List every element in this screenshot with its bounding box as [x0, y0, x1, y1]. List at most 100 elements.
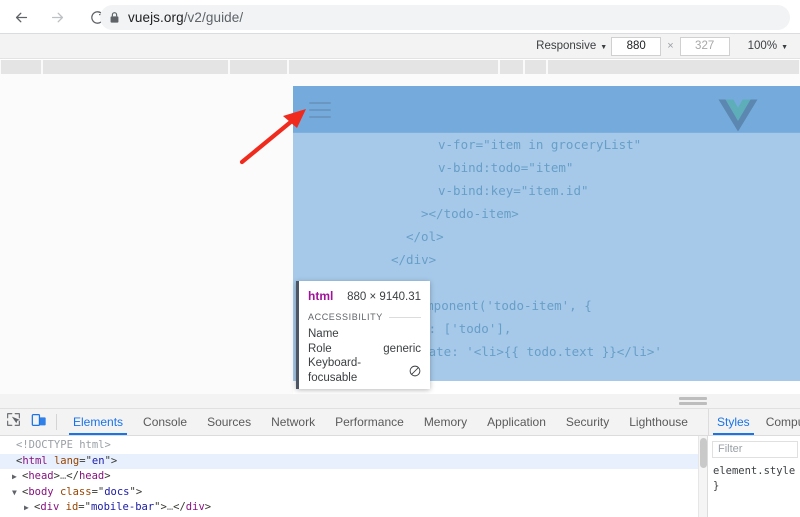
- expand-triangle-icon[interactable]: ▶: [12, 469, 22, 485]
- dom-tree-scrollbar[interactable]: [698, 436, 707, 517]
- ruler-segment: [548, 60, 799, 74]
- dom-row-body[interactable]: ▼ <body class="docs">: [0, 485, 698, 501]
- section-divider: [388, 316, 421, 318]
- styles-filter-input[interactable]: Filter: [712, 441, 798, 458]
- code-line: v-bind:key="item.id": [438, 183, 589, 198]
- attr-name: id: [65, 501, 79, 513]
- inspect-element-button[interactable]: [0, 409, 26, 435]
- tooltip-row-name: Name: [308, 327, 421, 342]
- tab-sources[interactable]: Sources: [197, 409, 261, 435]
- attr-name: lang: [53, 454, 80, 467]
- accessibility-label: ACCESSIBILITY: [308, 312, 383, 322]
- tab-console[interactable]: Console: [133, 409, 197, 435]
- element-style-rule[interactable]: element.style {}: [713, 464, 800, 494]
- attr-value: en: [91, 454, 105, 467]
- scrollbar-thumb[interactable]: [700, 438, 707, 468]
- tooltip-dimensions: 880 × 9140.31: [347, 291, 421, 303]
- device-toolbar-toggle[interactable]: [26, 409, 52, 435]
- ruler-segment: [500, 60, 523, 74]
- rule-selector: element.style {: [713, 465, 800, 477]
- inspect-element-icon: [6, 412, 21, 432]
- mobile-bar[interactable]: [293, 86, 800, 133]
- element-info-tooltip: html 880 × 9140.31 ACCESSIBILITY Name Ro…: [296, 281, 430, 389]
- styles-tabbar: Styles Comput: [708, 409, 800, 436]
- code-line: </ol>: [406, 229, 444, 244]
- code-line: ></todo-item>: [421, 206, 519, 221]
- dom-row-head[interactable]: ▶ <head>…</head>: [0, 469, 698, 485]
- browser-toolbar: vuejs.org/v2/guide/: [0, 0, 800, 34]
- tooltip-row-keyboard-focusable: Keyboard-focusable: [308, 356, 421, 385]
- not-allowed-icon: [409, 365, 421, 377]
- tab-computed[interactable]: Comput: [758, 409, 800, 435]
- tab-performance[interactable]: Performance: [325, 409, 414, 435]
- tab-memory[interactable]: Memory: [414, 409, 477, 435]
- code-line: v-for="item in groceryList": [438, 137, 642, 152]
- attr-value: docs: [104, 485, 130, 498]
- tag-name: html: [22, 454, 48, 467]
- tab-styles[interactable]: Styles: [709, 409, 758, 435]
- address-bar[interactable]: vuejs.org/v2/guide/: [100, 5, 790, 30]
- attr-value: mobile-bar: [90, 501, 155, 513]
- device-emulation-toolbar: Responsive ▼ × 100% ▼: [0, 34, 800, 59]
- dom-tree[interactable]: <!DOCTYPE html> <html lang="en"> ▶ <head>…: [0, 436, 698, 517]
- chevron-down-icon: ▼: [781, 43, 788, 51]
- viewport-height-input[interactable]: [679, 36, 730, 56]
- code-line: v-bind:todo="item": [438, 160, 574, 175]
- ruler-segment: [525, 60, 546, 74]
- ruler-segment: [1, 60, 41, 74]
- devtools-resizer[interactable]: [0, 394, 800, 409]
- zoom-level-select[interactable]: 100% ▼: [744, 37, 792, 56]
- tab-application[interactable]: Application: [477, 409, 556, 435]
- back-button[interactable]: [6, 2, 36, 32]
- ruler-segment: [289, 60, 498, 74]
- attr-name: class: [59, 485, 92, 498]
- device-preset-select[interactable]: Responsive ▼: [532, 37, 611, 56]
- arrow-right-icon: [49, 9, 66, 26]
- prop-label: Role: [308, 342, 332, 355]
- dimension-separator: ×: [667, 40, 674, 52]
- forward-button[interactable]: [42, 2, 72, 32]
- tag-name: div: [40, 501, 60, 513]
- tag-name: body: [28, 485, 54, 498]
- red-pointer-arrow: [239, 109, 306, 165]
- tab-lighthouse[interactable]: Lighthouse: [619, 409, 698, 435]
- device-preset-label: Responsive: [536, 40, 597, 52]
- dom-row-mobile-bar[interactable]: ▶ <div id="mobile-bar">…</div>: [0, 500, 698, 516]
- dom-row-html[interactable]: <html lang="en">: [0, 453, 698, 469]
- tooltip-header: html 880 × 9140.31: [308, 289, 421, 303]
- code-line: </div>: [391, 252, 437, 267]
- prop-label: Name: [308, 328, 339, 340]
- viewport-width-input[interactable]: [611, 36, 662, 56]
- tabbar-divider: [56, 414, 57, 430]
- tooltip-row-role: Role generic: [308, 342, 421, 357]
- device-toolbar-icon: [31, 412, 47, 433]
- browser-window: vuejs.org/v2/guide/ Responsive ▼ × 100% …: [0, 0, 800, 517]
- prop-label: Keyboard-focusable: [308, 357, 362, 384]
- tab-elements[interactable]: Elements: [63, 409, 133, 435]
- tab-network[interactable]: Network: [261, 409, 325, 435]
- tooltip-section-title: ACCESSIBILITY: [308, 312, 421, 322]
- collapse-triangle-icon[interactable]: ▼: [12, 485, 22, 501]
- tooltip-tag-name: html: [308, 289, 334, 303]
- devtools-panel: Elements Console Sources Network Perform…: [0, 409, 800, 517]
- zoom-level-label: 100%: [747, 40, 778, 52]
- tab-security[interactable]: Security: [556, 409, 619, 435]
- viewport-ruler[interactable]: [0, 60, 800, 74]
- arrow-left-icon: [13, 9, 30, 26]
- dom-row-doctype[interactable]: <!DOCTYPE html>: [0, 438, 698, 454]
- chevron-down-icon: ▼: [600, 43, 608, 51]
- emulated-viewport: v-for="item in groceryList" v-bind:todo=…: [0, 74, 800, 394]
- lock-icon: [100, 11, 128, 24]
- doctype-text: <!DOCTYPE html>: [16, 439, 111, 451]
- prop-value: generic: [383, 342, 421, 355]
- styles-sidebar: Styles Comput Filter element.style {}: [707, 409, 800, 517]
- expand-triangle-icon[interactable]: ▶: [24, 500, 34, 516]
- drag-handle-icon[interactable]: [679, 397, 707, 406]
- devtools-tabbar: Elements Console Sources Network Perform…: [0, 409, 800, 436]
- tag-name: head: [28, 470, 54, 482]
- vue-logo-icon: [718, 98, 758, 137]
- rule-close-brace: }: [713, 480, 720, 492]
- url-text: vuejs.org/v2/guide/: [128, 10, 244, 25]
- ruler-segment: [230, 60, 287, 74]
- code-line: template: '<li>{{ todo.text }}</li>': [391, 344, 662, 359]
